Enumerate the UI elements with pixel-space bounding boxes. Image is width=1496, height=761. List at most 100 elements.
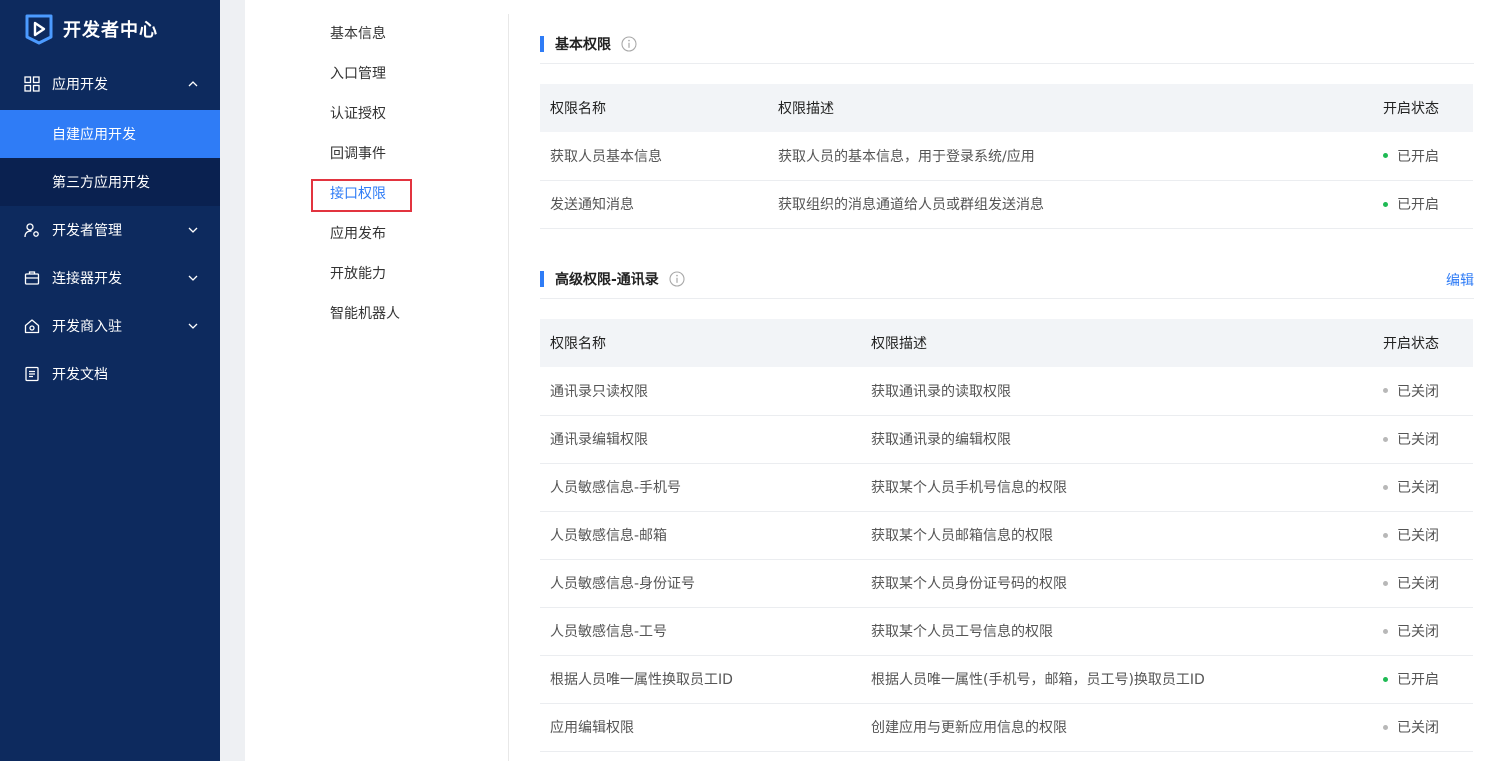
permission-description: 获取某个人员身份证号码的权限 <box>861 559 1373 608</box>
permission-name: 人员敏感信息-身份证号 <box>540 559 861 608</box>
table-row: 发送通知消息 获取组织的消息通道给人员或群组发送消息 已开启 <box>540 180 1473 229</box>
permission-status: 已关闭 <box>1373 703 1473 752</box>
page-gutter <box>220 0 245 761</box>
menu-item-open-capabilities[interactable]: 开放能力 <box>330 264 386 284</box>
edit-link[interactable]: 编辑 <box>1446 270 1474 290</box>
permission-description: 获取某个人员工号信息的权限 <box>861 607 1373 656</box>
status-text: 已关闭 <box>1397 432 1439 448</box>
menu-item-basic-info[interactable]: 基本信息 <box>330 24 386 44</box>
column-header: 权限名称 <box>540 319 861 367</box>
status-badge: 已关闭 <box>1383 477 1439 497</box>
brand-title: 开发者中心 <box>63 20 158 41</box>
status-text: 已关闭 <box>1397 528 1439 544</box>
status-disabled-dot-icon <box>1383 436 1388 442</box>
status-text: 已开启 <box>1397 197 1439 213</box>
permission-description: 获取通讯录的读取权限 <box>861 367 1373 416</box>
nav-group-developer-management[interactable]: 开发者管理 <box>0 206 220 254</box>
table-row: 人员敏感信息-手机号 获取某个人员手机号信息的权限 已关闭 <box>540 463 1473 512</box>
sidebar: 开发者中心 应用开发 自建应用开发 第三方应用开发 开发者管理 连接器开发 开发… <box>0 0 220 761</box>
chevron-down-icon <box>188 227 198 233</box>
home-gear-icon <box>24 319 40 334</box>
nav-group-app-dev[interactable]: 应用开发 <box>0 58 220 110</box>
table-header-row: 权限名称 权限描述 开启状态 <box>540 84 1473 132</box>
status-badge: 已关闭 <box>1383 717 1439 737</box>
permission-description: 根据人员唯一属性(手机号，邮箱，员工号)换取员工ID <box>861 655 1373 704</box>
info-icon[interactable] <box>669 270 685 287</box>
column-header: 权限描述 <box>768 84 1373 132</box>
status-disabled-dot-icon <box>1383 628 1388 634</box>
status-disabled-dot-icon <box>1383 532 1388 538</box>
status-disabled-dot-icon <box>1383 724 1388 730</box>
advanced-permissions-header: 高级权限-通讯录 编辑 <box>540 259 1474 299</box>
sidebar-item-third-party-app[interactable]: 第三方应用开发 <box>0 158 220 206</box>
menu-item-callback-events[interactable]: 回调事件 <box>330 144 386 164</box>
permission-status: 已关闭 <box>1373 463 1473 512</box>
permission-status: 已关闭 <box>1373 367 1473 416</box>
chevron-down-icon <box>188 323 198 329</box>
info-icon[interactable] <box>621 35 637 52</box>
permission-status: 已开启 <box>1373 655 1473 704</box>
selection-highlight-box <box>311 179 412 212</box>
sidebar-item-self-built-app[interactable]: 自建应用开发 <box>0 110 220 158</box>
permission-status: 已关闭 <box>1373 559 1473 608</box>
table-row: 人员敏感信息-身份证号 获取某个人员身份证号码的权限 已关闭 <box>540 559 1473 608</box>
permission-description: 创建应用与更新应用信息的权限 <box>861 703 1373 752</box>
table-row: 应用编辑权限 创建应用与更新应用信息的权限 已关闭 <box>540 703 1473 752</box>
permission-status: 已关闭 <box>1373 607 1473 656</box>
column-header: 权限描述 <box>861 319 1373 367</box>
permission-name: 获取人员基本信息 <box>540 132 768 181</box>
permission-description: 获取通讯录的编辑权限 <box>861 415 1373 464</box>
section-title: 基本权限 <box>555 36 611 53</box>
nav-group-label: 开发商入驻 <box>52 319 122 335</box>
user-gear-icon <box>24 223 39 238</box>
section-title: 高级权限-通讯录 <box>555 271 659 288</box>
nav-group-label: 开发者管理 <box>52 223 122 239</box>
status-text: 已关闭 <box>1397 576 1439 592</box>
status-enabled-dot-icon <box>1383 153 1388 159</box>
nav-group-label: 开发文档 <box>52 367 108 383</box>
menu-item-smart-robot[interactable]: 智能机器人 <box>330 304 400 324</box>
column-header: 权限名称 <box>540 84 768 132</box>
app-settings-menu: 基本信息 入口管理 认证授权 回调事件 接口权限 应用发布 开放能力 智能机器人 <box>245 14 509 761</box>
developer-logo-icon <box>25 14 53 45</box>
status-disabled-dot-icon <box>1383 580 1388 586</box>
permissions-content: 基本权限 权限名称 权限描述 开启状态 获取人员基本信息 获取人员的基本信息，用于… <box>540 0 1474 761</box>
menu-item-app-publish[interactable]: 应用发布 <box>330 224 386 244</box>
nav-group-label: 应用开发 <box>52 77 108 93</box>
sidebar-item-label: 第三方应用开发 <box>52 175 150 191</box>
permission-status: 已开启 <box>1373 132 1473 181</box>
permission-name: 发送通知消息 <box>540 180 768 229</box>
nav-group-connector-dev[interactable]: 连接器开发 <box>0 254 220 302</box>
briefcase-icon <box>24 271 40 285</box>
nav-group-developer-onboarding[interactable]: 开发商入驻 <box>0 302 220 350</box>
status-badge: 已开启 <box>1383 194 1439 214</box>
permission-description: 获取人员的基本信息，用于登录系统/应用 <box>768 132 1373 181</box>
chevron-down-icon <box>188 275 198 281</box>
permission-name: 人员敏感信息-邮箱 <box>540 511 861 560</box>
chevron-up-icon <box>188 81 198 87</box>
table-row: 通讯录编辑权限 获取通讯录的编辑权限 已关闭 <box>540 415 1473 464</box>
brand[interactable]: 开发者中心 <box>0 0 220 58</box>
sidebar-item-label: 自建应用开发 <box>52 127 136 143</box>
column-header: 开启状态 <box>1373 319 1473 367</box>
status-badge: 已开启 <box>1383 146 1439 166</box>
menu-item-auth[interactable]: 认证授权 <box>330 104 386 124</box>
section-accent-bar <box>540 270 544 287</box>
nav-group-label: 连接器开发 <box>52 271 122 287</box>
status-badge: 已关闭 <box>1383 573 1439 593</box>
status-text: 已开启 <box>1397 672 1439 688</box>
basic-permissions-table: 权限名称 权限描述 开启状态 获取人员基本信息 获取人员的基本信息，用于登录系统/… <box>540 84 1473 229</box>
document-icon <box>25 366 39 382</box>
permission-status: 已关闭 <box>1373 511 1473 560</box>
permission-name: 应用编辑权限 <box>540 703 861 752</box>
table-header-row: 权限名称 权限描述 开启状态 <box>540 319 1473 367</box>
permission-name: 人员敏感信息-手机号 <box>540 463 861 512</box>
status-badge: 已关闭 <box>1383 621 1439 641</box>
permission-name: 根据人员唯一属性换取员工ID <box>540 655 861 704</box>
nav-group-developer-docs[interactable]: 开发文档 <box>0 350 220 398</box>
menu-item-entry-management[interactable]: 入口管理 <box>330 64 386 84</box>
status-text: 已关闭 <box>1397 480 1439 496</box>
permission-status: 已开启 <box>1373 180 1473 229</box>
status-disabled-dot-icon <box>1383 388 1388 394</box>
status-badge: 已关闭 <box>1383 381 1439 401</box>
